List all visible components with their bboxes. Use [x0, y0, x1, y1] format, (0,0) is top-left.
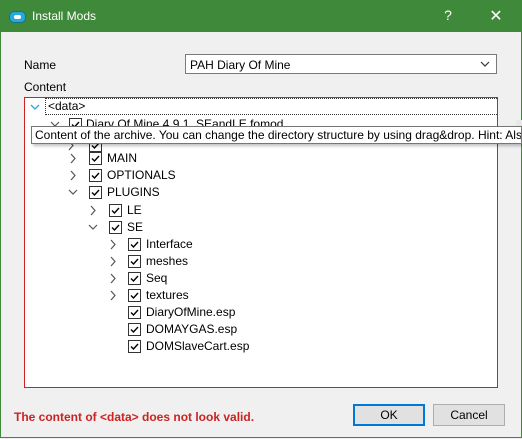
validation-error-message: The content of <data> does not look vali… [14, 410, 255, 424]
checkbox-domaygas-esp[interactable] [128, 323, 141, 336]
checkbox-le[interactable] [109, 204, 122, 217]
tree-label-le: LE [127, 203, 142, 217]
name-label: Name [24, 58, 57, 72]
chevron-expanded-icon[interactable] [67, 184, 79, 207]
content-label: Content [24, 80, 67, 94]
checkbox-plugins[interactable] [89, 186, 102, 199]
content-tooltip: Content of the archive. You can change t… [31, 126, 522, 144]
checkbox-domslavecart-esp[interactable] [128, 340, 141, 353]
tree-label-se: SE [127, 220, 144, 234]
tree-label-seq: Seq [146, 271, 168, 285]
checkbox-se[interactable] [109, 221, 122, 234]
checkbox-interface[interactable] [128, 238, 141, 251]
tree-label-textures: textures [146, 288, 189, 302]
tree-label-domslavecart-esp: DOMSlaveCart.esp [146, 339, 250, 353]
tree-label-interface: Interface [146, 237, 193, 251]
tree-label-data-root: <data> [45, 98, 497, 115]
mod-organizer-app-icon [9, 11, 26, 23]
tree-label-main: MAIN [107, 151, 137, 165]
checkbox-main[interactable] [89, 152, 102, 165]
tree-label-domaygas-esp: DOMAYGAS.esp [146, 322, 238, 336]
chevron-expanded-icon[interactable] [29, 99, 41, 122]
checkbox-textures[interactable] [128, 289, 141, 302]
cancel-button[interactable]: Cancel [433, 404, 505, 426]
title-bar: Install Mods ? ✕ [0, 0, 522, 32]
checkbox-meshes[interactable] [128, 255, 141, 268]
name-combobox-value: PAH Diary Of Mine [190, 58, 291, 72]
checkbox-optionals[interactable] [89, 169, 102, 182]
help-button[interactable]: ? [438, 7, 458, 23]
ok-button[interactable]: OK [353, 404, 425, 426]
chevron-down-icon[interactable] [480, 56, 490, 75]
tree-row-data-root[interactable]: <data> [27, 98, 497, 116]
tree-label-meshes: meshes [146, 254, 189, 268]
tree-label-optionals: OPTIONALS [107, 168, 176, 182]
window-title: Install Mods [32, 9, 97, 23]
chevron-collapsed-icon[interactable] [107, 287, 119, 310]
name-combobox[interactable]: PAH Diary Of Mine [185, 54, 497, 74]
checkbox-seq[interactable] [128, 272, 141, 285]
checkbox-diaryofmine-esp[interactable] [128, 306, 141, 319]
tree-label-plugins: PLUGINS [107, 185, 160, 199]
close-button[interactable]: ✕ [485, 6, 507, 26]
tree-label-diaryofmine-esp: DiaryOfMine.esp [146, 305, 236, 319]
chevron-expanded-icon[interactable] [87, 219, 99, 242]
